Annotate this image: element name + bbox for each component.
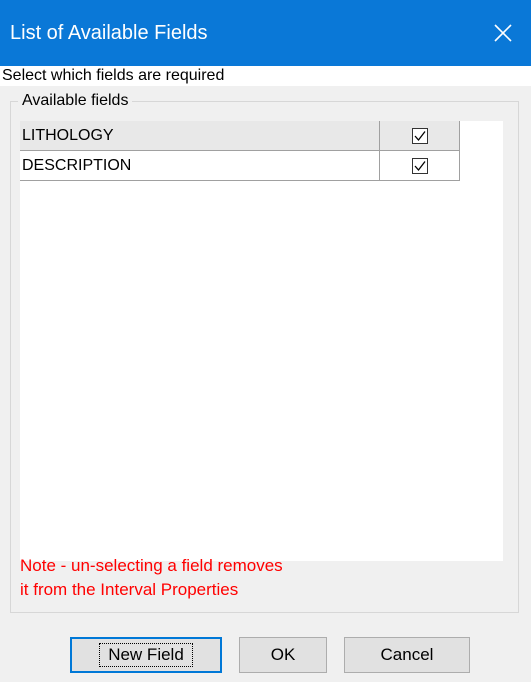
check-icon xyxy=(414,130,426,141)
field-name: LITHOLOGY xyxy=(20,121,380,151)
title-bar: List of Available Fields xyxy=(0,0,531,66)
close-icon xyxy=(494,24,512,42)
instruction-text: Select which fields are required xyxy=(0,66,531,86)
groupbox-legend: Available fields xyxy=(18,91,133,111)
note-line-2: it from the Interval Properties xyxy=(20,580,239,599)
field-row-description[interactable]: DESCRIPTION xyxy=(20,151,460,181)
new-field-button[interactable]: New Field xyxy=(70,637,222,673)
close-button[interactable] xyxy=(475,0,531,66)
window-title: List of Available Fields xyxy=(10,22,208,44)
lithology-checkbox[interactable] xyxy=(411,127,428,144)
field-name: DESCRIPTION xyxy=(20,151,380,181)
cancel-label: Cancel xyxy=(380,645,434,664)
fields-list[interactable]: LITHOLOGY DESCRIPTION xyxy=(20,121,503,561)
field-row-lithology[interactable]: LITHOLOGY xyxy=(20,121,460,151)
field-required-cell[interactable] xyxy=(380,151,460,181)
dialog-body: Select which fields are required Availab… xyxy=(0,66,531,682)
field-required-cell[interactable] xyxy=(380,121,460,151)
cancel-button[interactable]: Cancel xyxy=(344,637,470,673)
warning-note: Note - un-selecting a field removes it f… xyxy=(20,554,460,602)
note-line-1: Note - un-selecting a field removes xyxy=(20,556,283,575)
ok-button[interactable]: OK xyxy=(239,637,327,673)
new-field-label: New Field xyxy=(99,643,193,667)
ok-label: OK xyxy=(270,645,296,664)
check-icon xyxy=(414,160,426,171)
description-checkbox[interactable] xyxy=(411,157,428,174)
